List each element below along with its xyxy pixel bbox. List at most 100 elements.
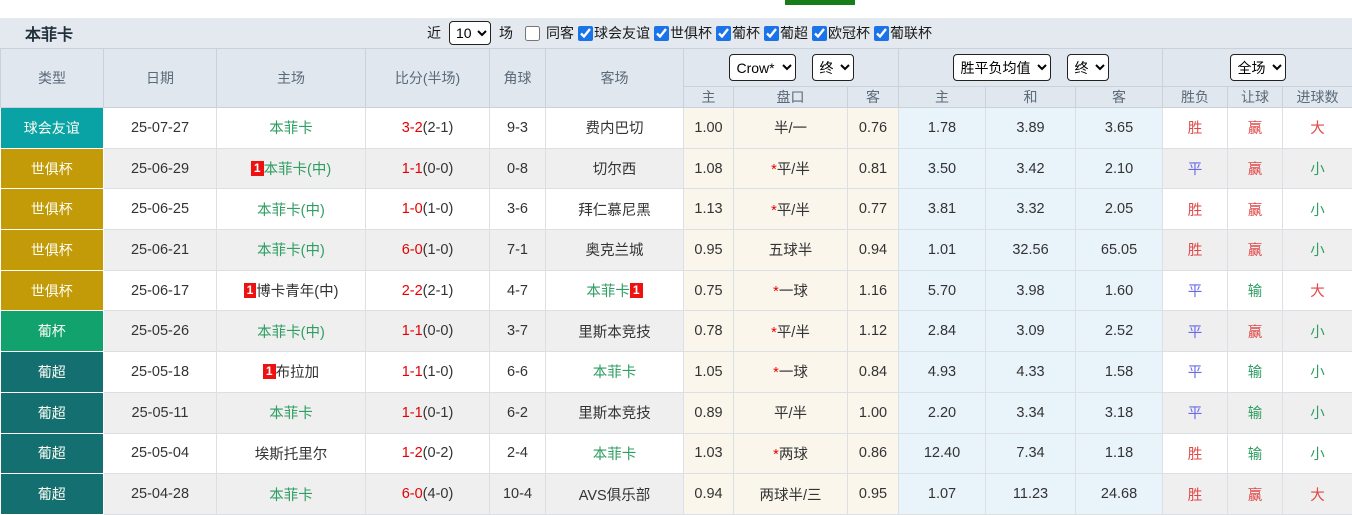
away-team-name[interactable]: 费内巴切 xyxy=(586,121,644,137)
odds-draw: 3.98 xyxy=(986,270,1076,311)
odds-draw: 4.33 xyxy=(986,352,1076,393)
home-team-name[interactable]: 本菲卡(中) xyxy=(257,243,325,259)
ah-line-cell: *平/半 xyxy=(734,148,848,189)
home-team-name[interactable]: 埃斯托里尔 xyxy=(255,447,328,463)
halftime-score: (1-0) xyxy=(423,242,454,258)
home-team-cell: 本菲卡 xyxy=(217,108,366,149)
recent-count-select[interactable]: 10 xyxy=(449,21,491,45)
col-header-odds-draw: 和 xyxy=(986,87,1076,108)
ah-line-cell: *两球 xyxy=(734,433,848,474)
col-header-ah-home: 主 xyxy=(684,87,734,108)
home-team-name[interactable]: 本菲卡(中) xyxy=(257,325,325,341)
ah-home-odds: 0.94 xyxy=(684,474,734,515)
result-goals: 小 xyxy=(1283,230,1352,271)
away-team-name[interactable]: 本菲卡 xyxy=(593,365,637,381)
filter-controls: 近 10 场 同客 球会友谊 世俱杯 葡杯 葡超 xyxy=(427,18,932,48)
match-date: 25-05-26 xyxy=(104,311,217,352)
away-team-name[interactable]: 切尔西 xyxy=(593,162,637,178)
competition-checkbox[interactable] xyxy=(812,26,827,41)
col-header-away: 客场 xyxy=(546,49,684,108)
ah-away-odds: 0.77 xyxy=(848,189,899,230)
ah-line: 两球 xyxy=(779,447,808,463)
page-title: 本菲卡 xyxy=(25,21,73,45)
ah-line: 平/半 xyxy=(777,162,810,178)
result-wdl: 平 xyxy=(1163,270,1228,311)
home-team-name[interactable]: 本菲卡 xyxy=(269,121,313,137)
competition-checkbox[interactable] xyxy=(654,26,669,41)
home-team-name[interactable]: 本菲卡(中) xyxy=(257,203,325,219)
result-handicap: 赢 xyxy=(1228,108,1283,149)
avg-odds-select[interactable]: 胜平负均值 xyxy=(953,54,1051,81)
col-header-score: 比分(半场) xyxy=(366,49,490,108)
ah-line-cell: *半/一 xyxy=(734,108,848,149)
competition-checkbox[interactable] xyxy=(716,26,731,41)
col-header-odds-home: 主 xyxy=(899,87,986,108)
away-team-cell: 奥克兰城 xyxy=(546,230,684,271)
ah-home-odds: 1.03 xyxy=(684,433,734,474)
home-team-name[interactable]: 本菲卡(中) xyxy=(264,162,332,178)
home-team-name[interactable]: 本菲卡 xyxy=(269,406,313,422)
ah-away-odds: 0.94 xyxy=(848,230,899,271)
period-select[interactable]: 全场 xyxy=(1230,54,1286,81)
match-row: 世俱杯 25-06-21 本菲卡(中) 6-0(1-0) 7-1 奥克兰城 0.… xyxy=(1,230,1352,271)
result-handicap: 输 xyxy=(1228,270,1283,311)
ah-line-cell: *平/半 xyxy=(734,392,848,433)
home-team-cell: 1博卡青年(中) xyxy=(217,270,366,311)
match-type-badge: 葡超 xyxy=(1,474,104,515)
result-handicap: 赢 xyxy=(1228,230,1283,271)
corners-score: 3-6 xyxy=(490,189,546,230)
away-team-name[interactable]: 奥克兰城 xyxy=(586,243,644,259)
match-date: 25-06-25 xyxy=(104,189,217,230)
fulltime-score: 1-1 xyxy=(402,364,423,380)
odds-company-select[interactable]: Crow* xyxy=(729,54,796,81)
match-row: 球会友谊 25-07-27 本菲卡 3-2(2-1) 9-3 费内巴切 1.00… xyxy=(1,108,1352,149)
result-wdl: 平 xyxy=(1163,148,1228,189)
ah-away-odds: 1.16 xyxy=(848,270,899,311)
same-away-checkbox[interactable] xyxy=(525,26,540,41)
ah-away-odds: 0.95 xyxy=(848,474,899,515)
col-header-result-goals: 进球数 xyxy=(1283,87,1352,108)
away-team-name[interactable]: 本菲卡 xyxy=(593,447,637,463)
competition-checkbox[interactable] xyxy=(764,26,779,41)
avg-time-select[interactable]: 终 xyxy=(1067,54,1109,81)
match-date: 25-06-21 xyxy=(104,230,217,271)
home-live-badge: 1 xyxy=(244,283,257,298)
result-goals: 小 xyxy=(1283,392,1352,433)
competition-checkbox[interactable] xyxy=(578,26,593,41)
result-goals: 小 xyxy=(1283,433,1352,474)
odds-away: 65.05 xyxy=(1076,230,1163,271)
ah-line-cell: *五球半 xyxy=(734,230,848,271)
fulltime-score: 6-0 xyxy=(402,242,423,258)
score-cell: 3-2(2-1) xyxy=(366,108,490,149)
odds-away: 2.05 xyxy=(1076,189,1163,230)
ah-away-odds: 1.12 xyxy=(848,311,899,352)
match-type-badge: 葡杯 xyxy=(1,311,104,352)
ah-line-cell: *平/半 xyxy=(734,311,848,352)
home-team-name[interactable]: 本菲卡 xyxy=(269,488,313,504)
away-team-name[interactable]: 里斯本竞技 xyxy=(578,406,651,422)
competition-filter: 球会友谊 xyxy=(578,23,650,43)
away-team-name[interactable]: 里斯本竞技 xyxy=(578,325,651,341)
match-row: 葡超 25-05-11 本菲卡 1-1(0-1) 6-2 里斯本竞技 0.89 … xyxy=(1,392,1352,433)
away-team-name[interactable]: 拜仁慕尼黑 xyxy=(578,203,651,219)
match-type-badge: 葡超 xyxy=(1,352,104,393)
home-team-cell: 本菲卡(中) xyxy=(217,230,366,271)
home-team-name[interactable]: 博卡青年(中) xyxy=(256,284,338,300)
home-team-name[interactable]: 布拉加 xyxy=(276,365,320,381)
col-header-result-wdl: 胜负 xyxy=(1163,87,1228,108)
matches-label: 场 xyxy=(499,23,513,43)
home-live-badge: 1 xyxy=(251,161,264,176)
away-team-name[interactable]: AVS俱乐部 xyxy=(579,488,650,504)
odds-time-select[interactable]: 终 xyxy=(812,54,854,81)
away-team-name[interactable]: 本菲卡 xyxy=(586,284,630,300)
away-team-cell: 费内巴切 xyxy=(546,108,684,149)
col-header-ah-line: 盘口 xyxy=(734,87,848,108)
odds-draw: 3.09 xyxy=(986,311,1076,352)
away-team-cell: 拜仁慕尼黑 xyxy=(546,189,684,230)
odds-draw: 3.32 xyxy=(986,189,1076,230)
away-team-cell: 里斯本竞技 xyxy=(546,392,684,433)
home-team-cell: 埃斯托里尔 xyxy=(217,433,366,474)
odds-home: 4.93 xyxy=(899,352,986,393)
competition-checkbox[interactable] xyxy=(874,26,889,41)
odds-draw: 11.23 xyxy=(986,474,1076,515)
